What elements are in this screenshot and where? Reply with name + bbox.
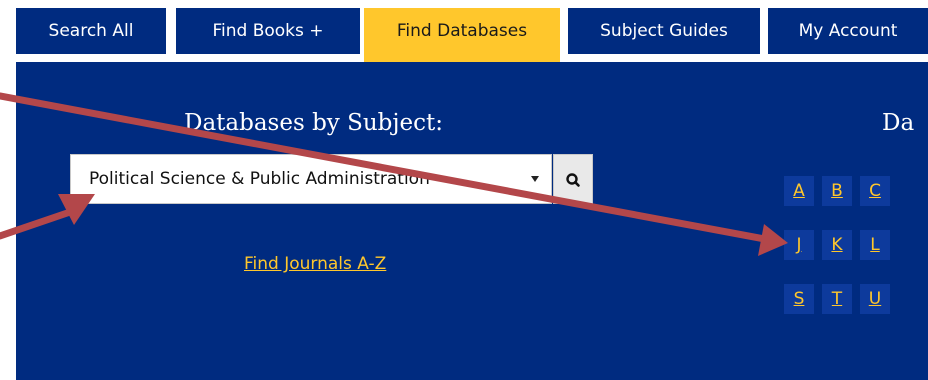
databases-az-heading: Da [882,110,915,136]
az-letter-c[interactable]: C [860,176,890,206]
subject-select[interactable]: Political Science & Public Administratio… [70,154,552,204]
subject-select-value: Political Science & Public Administratio… [89,169,430,189]
az-letter-j[interactable]: J [784,230,814,260]
search-icon [566,173,580,187]
az-letter-l[interactable]: L [860,230,890,260]
databases-panel: Databases by Subject: Da Political Scien… [16,62,928,380]
tab-search-all[interactable]: Search All [16,8,166,54]
tab-my-account[interactable]: My Account [768,8,928,54]
az-letter-t[interactable]: T [822,284,852,314]
databases-by-subject-heading: Databases by Subject: [184,110,444,136]
tab-subject-guides[interactable]: Subject Guides [568,8,760,54]
az-letter-b[interactable]: B [822,176,852,206]
az-letter-s[interactable]: S [784,284,814,314]
az-letter-a[interactable]: A [784,176,814,206]
az-letter-u[interactable]: U [860,284,890,314]
tab-find-books[interactable]: Find Books + [176,8,360,54]
az-letter-k[interactable]: K [822,230,852,260]
subject-search-button[interactable] [553,154,593,204]
find-journals-az-link[interactable]: Find Journals A-Z [244,254,386,274]
chevron-down-icon [531,176,539,182]
tab-find-databases[interactable]: Find Databases [364,8,560,62]
